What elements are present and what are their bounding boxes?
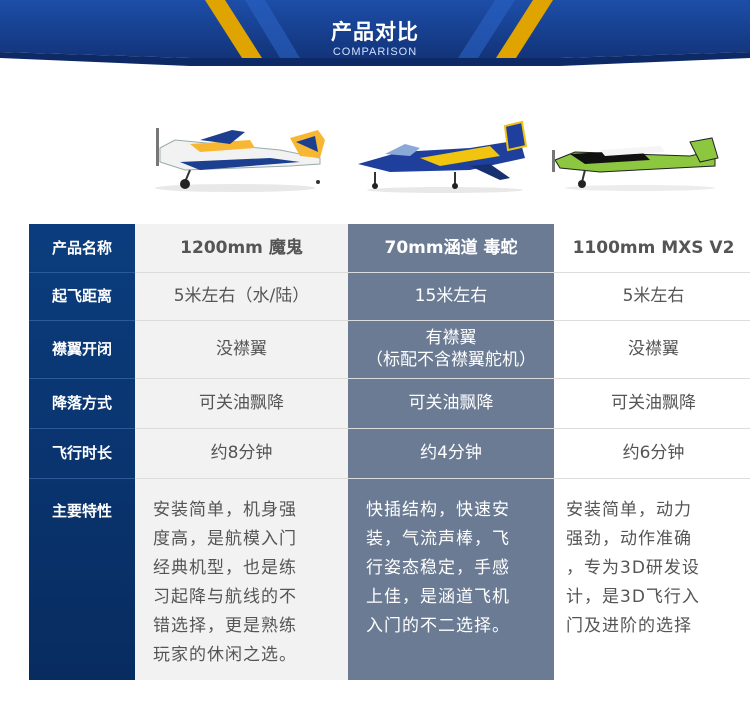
table-cell: 没襟翼 (554, 320, 750, 378)
feature-cell-3: 安装简单，动力 强劲，动作准确 ，专为3D研发设 计，是3D飞行入 门及进阶的选… (554, 478, 750, 680)
table-cell: 没襟翼 (135, 320, 348, 378)
table-cell: 15米左右 (348, 272, 554, 320)
row-divider (29, 378, 750, 379)
feature-line: 行姿态稳定，手感 (366, 558, 510, 578)
label-divider (29, 320, 135, 321)
product-name-2: 70mm涵道 毒蛇 (348, 224, 554, 272)
page-title: 产品对比 (331, 20, 419, 44)
table-cell: 约8分钟 (135, 428, 348, 478)
table-row: 主要特性 安装简单，机身强 度高，是航模入门 经典机型，也是练 习起降与航线的不… (29, 478, 750, 680)
row-divider (29, 428, 750, 429)
table-row: 降落方式 可关油飘降 可关油飘降 可关油飘降 (29, 378, 750, 428)
table-cell: 约6分钟 (554, 428, 750, 478)
table-row: 襟翼开闭 没襟翼 有襟翼 （标配不含襟翼舵机） 没襟翼 (29, 320, 750, 378)
label-divider (29, 272, 135, 273)
row-label: 起飞距离 (51, 287, 112, 305)
table-cell: 可关油飘降 (135, 378, 348, 428)
plane-1200mm-icon (155, 128, 325, 192)
jet-70mm-icon (358, 120, 528, 193)
feature-line: 装，气流声棒，飞 (366, 529, 510, 549)
table-row: 起飞距离 5米左右（水/陆） 15米左右 5米左右 (29, 272, 750, 320)
feature-line: 玩家的休闲之选。 (153, 645, 297, 665)
row-label: 飞行时长 (51, 444, 112, 462)
header-banner: 产品对比 COMPARISON (0, 0, 750, 76)
row-label: 襟翼开闭 (51, 340, 112, 358)
flap-note: （标配不含襟翼舵机） (366, 350, 536, 370)
feature-line: 上佳，是涵道飞机 (366, 587, 510, 607)
plane-mxs-icon (552, 137, 719, 191)
feature-line: 习起降与航线的不 (153, 587, 297, 607)
feature-line: ，专为3D研发设 (566, 558, 700, 578)
feature-line: 强劲，动作准确 (566, 529, 692, 549)
page-subtitle: COMPARISON (332, 46, 418, 58)
row-divider (29, 320, 750, 321)
feature-line: 经典机型，也是练 (153, 558, 297, 578)
row-label: 主要特性 (51, 502, 112, 520)
flap-value: 有襟翼 (425, 328, 477, 348)
feature-line: 入门的不二选择。 (366, 616, 510, 636)
table-row: 产品名称 1200mm 魔鬼 70mm涵道 毒蛇 1100mm MXS V2 (29, 224, 750, 272)
table-cell: 5米左右（水/陆） (135, 272, 348, 320)
feature-line: 快插结构，快速安 (366, 500, 510, 520)
table-cell: 有襟翼 （标配不含襟翼舵机） (348, 320, 554, 378)
table-cell: 可关油飘降 (554, 378, 750, 428)
label-divider (29, 428, 135, 429)
label-divider (29, 478, 135, 479)
label-divider (29, 378, 135, 379)
table-cell: 5米左右 (554, 272, 750, 320)
product-images-svg (155, 120, 719, 193)
product-images (0, 100, 750, 210)
row-divider (29, 272, 750, 273)
table-cell: 可关油飘降 (348, 378, 554, 428)
product-name-3: 1100mm MXS V2 (554, 224, 750, 272)
row-divider (29, 478, 750, 479)
feature-line: 度高，是航模入门 (153, 529, 297, 549)
feature-line: 安装简单，动力 (566, 500, 692, 520)
table-row: 飞行时长 约8分钟 约4分钟 约6分钟 (29, 428, 750, 478)
table-cell: 约4分钟 (348, 428, 554, 478)
row-label: 降落方式 (51, 394, 112, 412)
product-name-1: 1200mm 魔鬼 (135, 224, 348, 272)
feature-line: 计，是3D飞行入 (566, 587, 700, 607)
feature-line: 错选择，更是熟练 (153, 616, 297, 636)
feature-cell-1: 安装简单，机身强 度高，是航模入门 经典机型，也是练 习起降与航线的不 错选择，… (135, 478, 348, 680)
feature-line: 安装简单，机身强 (153, 500, 297, 520)
row-label: 产品名称 (51, 239, 112, 257)
feature-cell-2: 快插结构，快速安 装，气流声棒，飞 行姿态稳定，手感 上佳，是涵道飞机 入门的不… (348, 478, 554, 680)
feature-line: 门及进阶的选择 (566, 616, 692, 636)
